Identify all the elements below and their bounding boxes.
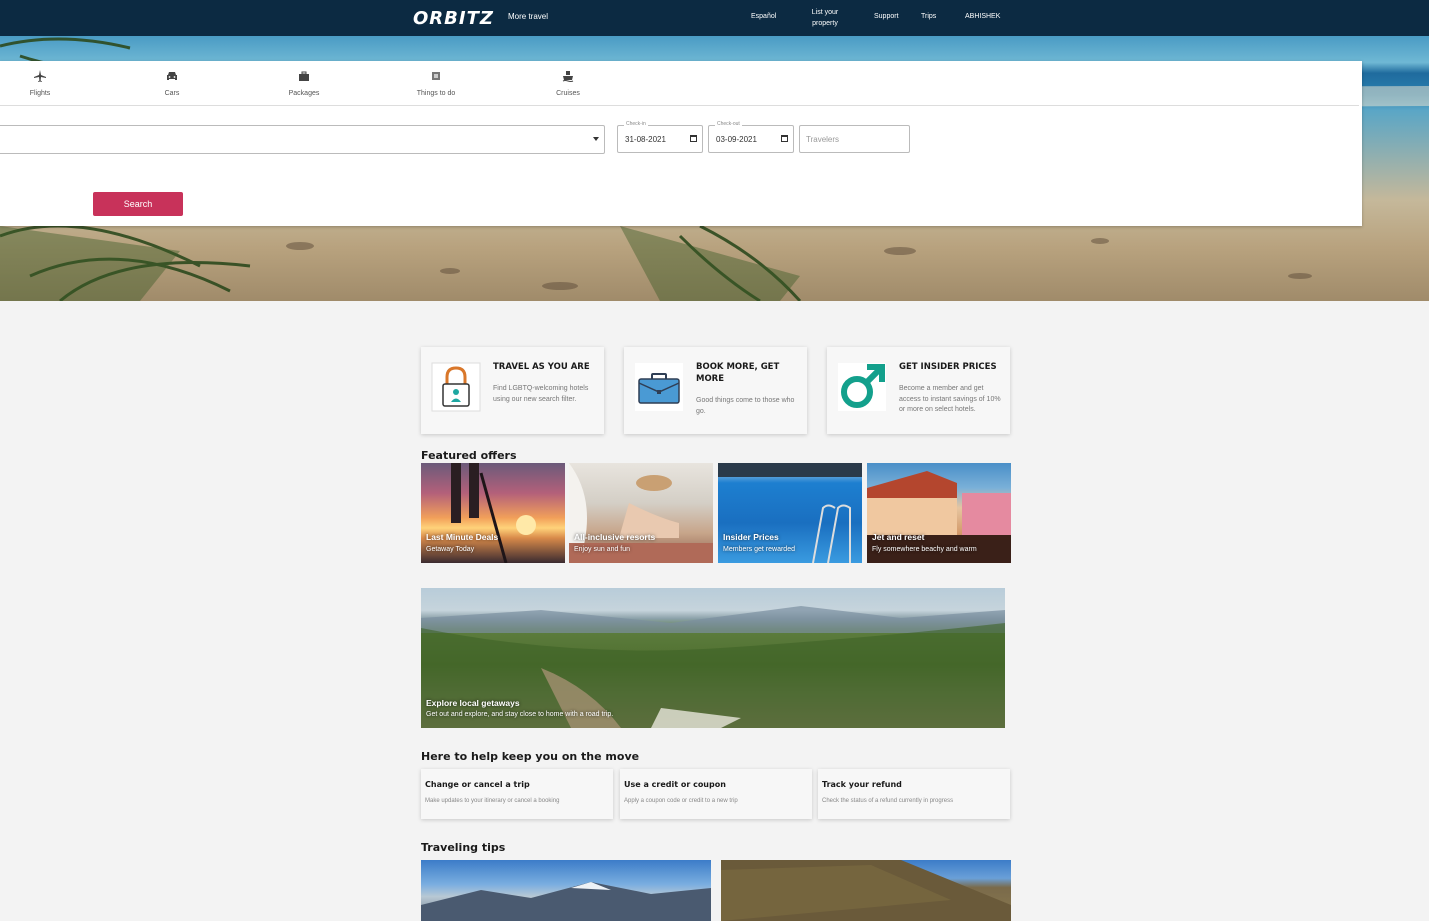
- tip-image: [421, 882, 711, 921]
- ticket-icon: [432, 72, 440, 80]
- help-card-description: Apply a coupon code or credit to a new t…: [624, 798, 738, 804]
- top-nav: ORBITZ More travel Español List your pro…: [0, 0, 1429, 36]
- tip-card-mountains[interactable]: [421, 860, 711, 921]
- search-button[interactable]: Search: [93, 192, 183, 216]
- promo-description: Good things come to those who go.: [696, 397, 795, 415]
- search-widget: Flights Cars Packages Things to do Cruis…: [0, 61, 1362, 226]
- promo-title: TRAVEL AS YOU ARE: [493, 362, 590, 372]
- promo-description: Become a member and get access to instan…: [899, 385, 1001, 413]
- destination-input[interactable]: [0, 125, 605, 154]
- help-card-title: Use a credit or coupon: [624, 780, 726, 789]
- promo-title: BOOK MORE, GET MORE: [696, 362, 780, 384]
- more-travel-menu[interactable]: More travel: [508, 12, 548, 21]
- language-link[interactable]: Español: [751, 13, 776, 20]
- car-icon: [167, 72, 177, 80]
- promo-description: Find LGBTQ-welcoming hotels using our ne…: [493, 385, 589, 403]
- tab-cars[interactable]: Cars: [137, 69, 207, 97]
- tab-label: Flights: [29, 90, 51, 97]
- help-card-title: Change or cancel a trip: [425, 780, 530, 789]
- explore-getaways-banner[interactable]: Explore local getaways Get out and explo…: [421, 588, 1005, 728]
- tab-flights[interactable]: Flights: [5, 69, 75, 97]
- ship-icon: [562, 71, 574, 82]
- help-card-track-refund[interactable]: Track your refund Check the status of a …: [818, 769, 1010, 819]
- help-card-title: Track your refund: [822, 780, 902, 789]
- checkout-field[interactable]: Check-out 03-09-2021: [708, 121, 794, 153]
- checkin-label: Check-in: [624, 121, 648, 127]
- tab-label: Cars: [164, 90, 180, 97]
- briefcase-icon: [299, 71, 309, 81]
- airplane-icon: [34, 70, 46, 82]
- traveling-tips-heading: Traveling tips: [421, 841, 506, 854]
- tab-label: Cruises: [556, 90, 580, 97]
- travelers-placeholder: Travelers: [806, 135, 840, 144]
- lock-icon: [431, 362, 481, 412]
- checkin-value: 31-08-2021: [625, 135, 666, 144]
- offer-title: Jet and reset: [872, 532, 925, 542]
- tab-things-to-do[interactable]: Things to do: [401, 69, 471, 97]
- tip-card-coastline[interactable]: [721, 860, 1011, 921]
- offer-subtitle: Members get rewarded: [723, 546, 795, 553]
- tab-packages[interactable]: Packages: [269, 69, 339, 97]
- male-symbol-icon: [838, 363, 886, 411]
- help-card-description: Check the status of a refund currently i…: [822, 798, 954, 804]
- offer-title: Insider Prices: [723, 532, 779, 542]
- offer-subtitle: Fly somewhere beachy and warm: [872, 546, 977, 553]
- help-card-credit-coupon[interactable]: Use a credit or coupon Apply a coupon co…: [620, 769, 812, 819]
- tab-label: Things to do: [416, 90, 456, 97]
- offer-insider-prices[interactable]: Insider Prices Members get rewarded: [718, 463, 862, 563]
- checkout-label: Check-out: [715, 121, 742, 127]
- offer-all-inclusive[interactable]: All-inclusive resorts Enjoy sun and fun: [569, 463, 713, 563]
- tab-cruises[interactable]: Cruises: [533, 69, 603, 97]
- help-heading: Here to help keep you on the move: [421, 750, 640, 763]
- trips-link[interactable]: Trips: [921, 13, 936, 20]
- orbitz-logo[interactable]: ORBITZ: [413, 8, 494, 29]
- promo-card-travel-as-you-are[interactable]: TRAVEL AS YOU ARE Find LGBTQ-welcoming h…: [421, 347, 604, 434]
- checkout-value: 03-09-2021: [716, 135, 757, 144]
- support-link[interactable]: Support: [874, 13, 899, 20]
- list-property-link[interactable]: List your property: [808, 7, 842, 29]
- calendar-icon[interactable]: [781, 135, 788, 142]
- promo-title: GET INSIDER PRICES: [899, 362, 997, 372]
- suitcase-icon: [635, 363, 683, 411]
- tab-label: Packages: [288, 90, 320, 97]
- banner-title: Explore local getaways: [426, 698, 520, 708]
- offer-subtitle: Getaway Today: [426, 546, 475, 553]
- offer-jet-and-reset[interactable]: Jet and reset Fly somewhere beachy and w…: [867, 463, 1011, 563]
- chevron-down-icon: [593, 137, 599, 141]
- account-menu[interactable]: ABHISHEK: [965, 13, 1000, 20]
- featured-offers-heading: Featured offers: [421, 449, 517, 462]
- help-card-change-cancel[interactable]: Change or cancel a trip Make updates to …: [421, 769, 613, 819]
- search-tabs: Flights Cars Packages Things to do Cruis…: [0, 61, 1359, 106]
- checkin-field[interactable]: Check-in 31-08-2021: [617, 121, 703, 153]
- promo-card-insider-prices[interactable]: GET INSIDER PRICES Become a member and g…: [827, 347, 1010, 434]
- banner-subtitle: Get out and explore, and stay close to h…: [426, 711, 614, 718]
- offer-subtitle: Enjoy sun and fun: [574, 546, 631, 553]
- offer-last-minute-deals[interactable]: Last Minute Deals Getaway Today: [421, 463, 565, 563]
- calendar-icon[interactable]: [690, 135, 697, 142]
- offer-title: Last Minute Deals: [426, 532, 499, 542]
- help-card-description: Make updates to your itinerary or cancel…: [425, 798, 560, 804]
- tip-image: [721, 860, 1011, 921]
- promo-card-book-more[interactable]: BOOK MORE, GET MORE Good things come to …: [624, 347, 807, 434]
- travelers-input[interactable]: Travelers: [799, 125, 910, 153]
- offer-title: All-inclusive resorts: [574, 532, 656, 542]
